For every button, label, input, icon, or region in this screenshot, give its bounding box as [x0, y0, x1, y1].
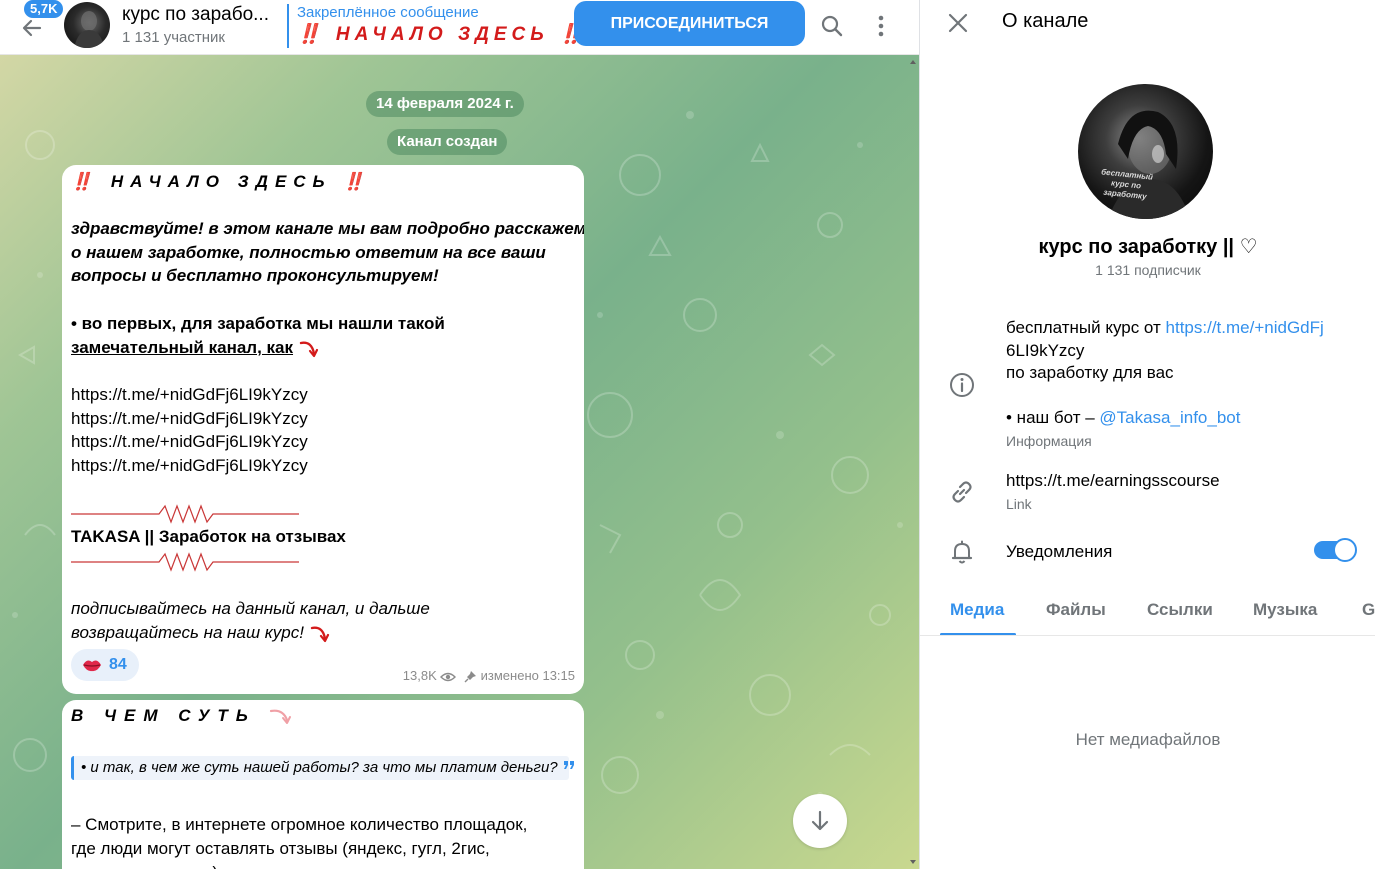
- tab-links[interactable]: Ссылки: [1147, 600, 1213, 620]
- message-text-line: замечательный канал, как: [71, 336, 320, 360]
- search-button[interactable]: [818, 12, 846, 40]
- back-arrow-icon: [22, 19, 42, 37]
- active-tab-indicator: [940, 633, 1016, 635]
- curved-arrow-icon: [310, 626, 329, 642]
- message-text-line: авито и так далее): [71, 861, 218, 869]
- curved-arrow-icon: [299, 341, 318, 357]
- pinned-label: Закреплённое сообщение: [297, 4, 479, 21]
- description-link[interactable]: 6LI9kYzcy: [1006, 339, 1084, 362]
- tab-music[interactable]: Музыка: [1253, 600, 1317, 620]
- tab-media[interactable]: Медиа: [950, 600, 1004, 620]
- curved-arrow-icon: [269, 709, 291, 724]
- info-label: Информация: [1006, 433, 1092, 449]
- channel-avatar[interactable]: бесплатный курс по заработку: [1078, 84, 1213, 219]
- description-line: по заработку для вас: [1006, 363, 1174, 382]
- message-bubble[interactable]: ‼️ НАЧАЛО ЗДЕСЬ ‼️ здравствуйте! в этом …: [62, 165, 584, 694]
- description-text: бесплатный курс от: [1006, 318, 1166, 337]
- close-icon: [948, 13, 968, 33]
- message-link[interactable]: https://t.me/+nidGdFj6LI9kYzcy: [71, 407, 308, 431]
- quote-mark-icon: [563, 761, 574, 769]
- bot-line: • наш бот – @Takasa_info_bot: [1006, 406, 1240, 429]
- bot-text: • наш бот –: [1006, 408, 1100, 427]
- heartbeat-divider: [71, 552, 299, 572]
- message-text-line: возвращайтесь на наш курс!: [71, 621, 331, 645]
- notifications-label: Уведомления: [1006, 542, 1113, 561]
- bot-link[interactable]: @Takasa_info_bot: [1099, 408, 1240, 427]
- more-menu-button[interactable]: [867, 12, 895, 40]
- chat-avatar[interactable]: [64, 2, 110, 48]
- notifications-toggle[interactable]: [1314, 538, 1357, 562]
- description-link[interactable]: https://t.me/+nidGdFj: [1166, 318, 1324, 337]
- message-text-span: замечательный канал, как: [71, 338, 294, 357]
- message-text-line: подписывайтесь на данный канал, и дальше: [71, 599, 430, 618]
- channel-info-panel: О канале бесплатный курс по заработку ку…: [919, 0, 1375, 869]
- bell-icon: [948, 538, 976, 566]
- channel-name: курс по заработку || ♡: [1038, 236, 1258, 258]
- message-heading: В ЧЕМ СУТЬ: [71, 704, 293, 728]
- message-link[interactable]: https://t.me/+nidGdFj6LI9kYzcy: [71, 454, 308, 478]
- message-text-line: вопросы и бесплатно проконсультируем!: [71, 266, 439, 285]
- chat-column: 5,7K курс по зарабо... 1 131 участник За…: [0, 0, 919, 869]
- message-text-line: здравствуйте! в этом канале мы вам подро…: [71, 219, 584, 238]
- message-text-line: – Смотрите, в интернете огромное количес…: [71, 815, 528, 834]
- message-text-line: • во первых, для заработка мы нашли тако…: [71, 314, 445, 333]
- join-button[interactable]: ПРИСОЕДИНИТЬСЯ: [574, 1, 805, 46]
- message-heading: ‼️ НАЧАЛО ЗДЕСЬ ‼️: [71, 172, 372, 191]
- message-link[interactable]: https://t.me/+nidGdFj6LI9kYzcy: [71, 430, 308, 454]
- channel-name-text: TAKASA || Заработок на отзывах: [71, 527, 346, 546]
- message-text-line: где люди могут оставлять отзывы (яндекс,…: [71, 839, 490, 858]
- panel-title: О канале: [1002, 10, 1089, 32]
- link-icon: [948, 478, 976, 506]
- unread-count-badge: 5,7K: [24, 0, 64, 18]
- chat-member-count: 1 131 участник: [122, 29, 225, 46]
- quote-text: • и так, в чем же суть нашей работы? за …: [81, 759, 558, 776]
- kiss-lips-icon: [83, 660, 101, 672]
- search-icon: [821, 15, 843, 37]
- empty-media-text: Нет медиафайлов: [1075, 730, 1221, 749]
- tab-more[interactable]: G: [1362, 600, 1375, 620]
- more-vertical-icon: [878, 15, 884, 37]
- message-meta: 13,8K изменено 13:15: [403, 668, 575, 683]
- avatar-photo: [74, 11, 104, 48]
- blockquote: • и так, в чем же суть нашей работы? за …: [71, 756, 574, 780]
- description-line: бесплатный курс от https://t.me/+nidGdFj: [1006, 316, 1324, 339]
- message-link[interactable]: https://t.me/+nidGdFj6LI9kYzcy: [71, 383, 308, 407]
- chat-title[interactable]: курс по зарабо...: [122, 4, 269, 26]
- pinned-text: ‼️ НАЧАЛО ЗДЕСЬ ‼️: [297, 24, 588, 45]
- scroll-to-bottom-button[interactable]: [793, 794, 847, 848]
- pin-icon: [464, 671, 477, 683]
- channel-link[interactable]: https://t.me/earningsscourse: [1006, 469, 1220, 492]
- reaction-button[interactable]: 84: [71, 649, 139, 681]
- view-count: 13,8K: [402, 668, 437, 683]
- info-icon: [948, 371, 976, 399]
- heartbeat-divider: [71, 504, 299, 524]
- message-text-line: о нашем заработке, полностью ответим на …: [71, 243, 546, 262]
- edited-time: изменено 13:15: [480, 668, 575, 683]
- message-bubble[interactable]: В ЧЕМ СУТЬ • и так, в чем же суть нашей …: [62, 700, 584, 869]
- date-pill: 14 февраля 2024 г.: [366, 91, 524, 117]
- chat-scrollbar[interactable]: [909, 58, 917, 866]
- tab-files[interactable]: Файлы: [1046, 600, 1106, 620]
- close-button[interactable]: [944, 9, 972, 37]
- link-label: Link: [1006, 496, 1032, 512]
- chat-header: 5,7K курс по зарабо... 1 131 участник За…: [0, 0, 919, 55]
- telegram-app: 5,7K курс по зарабо... 1 131 участник За…: [0, 0, 1375, 869]
- pinned-message[interactable]: Закреплённое сообщение ‼️ НАЧАЛО ЗДЕСЬ ‼…: [287, 4, 588, 48]
- eye-icon: [440, 672, 457, 681]
- subscriber-count: 1 131 подписчик: [1095, 262, 1201, 278]
- message-text-span: возвращайтесь на наш курс!: [71, 623, 304, 642]
- message-heading-text: В ЧЕМ СУТЬ: [71, 706, 256, 725]
- service-message: Канал создан: [387, 129, 508, 155]
- toggle-knob: [1333, 538, 1357, 562]
- arrow-down-icon: [811, 810, 829, 831]
- media-tabs: Медиа Файлы Ссылки Музыка G: [920, 596, 1375, 636]
- reaction-count: 84: [109, 656, 127, 673]
